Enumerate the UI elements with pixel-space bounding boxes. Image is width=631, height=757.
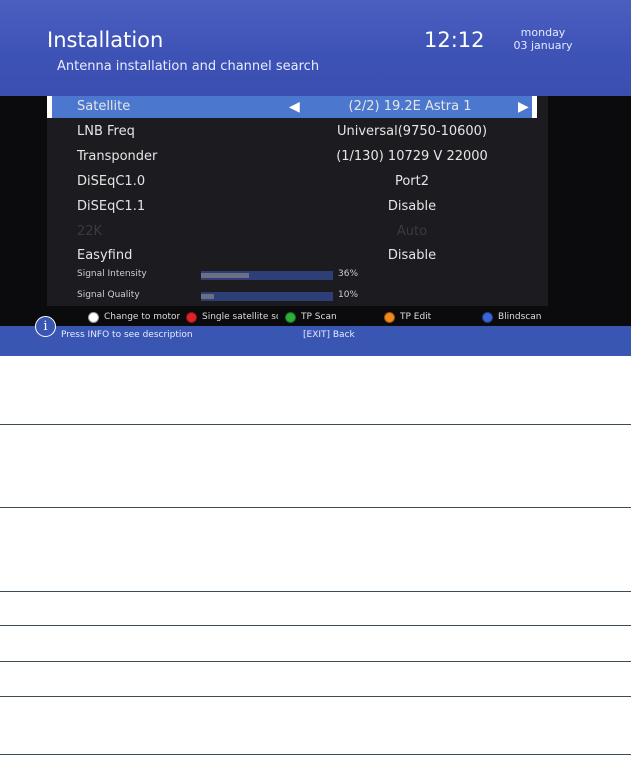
row-22k: 22K Auto [47,221,537,243]
meter-track [201,292,333,301]
right-arrow-icon[interactable]: ▶ [518,98,529,116]
divider-line [0,591,631,592]
blue-button-icon [482,311,493,323]
divider-line [0,625,631,626]
clock: 12:12 [424,28,485,52]
meter-fill [201,273,249,278]
row-lnb-freq[interactable]: LNB Freq Universal(9750-10600) [47,121,537,143]
meter-fill [201,294,215,299]
signal-intensity-meter: Signal Intensity 36% [47,266,537,286]
meter-label: Signal Intensity [77,269,147,279]
legend-blindscan[interactable]: Blindscan [482,309,541,325]
row-label: 22K [77,224,103,239]
orange-button-icon [384,311,395,323]
red-button-icon [186,311,197,323]
legend-tp-edit[interactable]: TP Edit [384,309,431,325]
meter-percent: 36% [338,269,359,279]
row-value: Universal(9750-10600) [336,124,488,139]
legend-change-to-motor[interactable]: Change to motor [88,309,180,325]
meter-percent: 10% [338,290,359,300]
row-label: DiSEqC1.1 [77,199,146,214]
tv-screen: Installation Antenna installation and ch… [0,0,631,356]
divider-line [0,424,631,425]
row-value: (1/130) 10729 V 22000 [336,149,488,164]
row-value: Disable [387,199,437,214]
date: 03 january [513,39,573,52]
row-value: (2/2) 19.2E Astra 1 [348,99,472,114]
row-label: DiSEqC1.0 [77,174,146,189]
green-button-icon [285,311,296,323]
row-easyfind[interactable]: Easyfind Disable [47,245,537,267]
row-diseqc10[interactable]: DiSEqC1.0 Port2 [47,171,537,193]
row-value: Disable [387,248,437,263]
white-button-icon [88,311,99,323]
row-label: LNB Freq [77,124,135,139]
page-subtitle: Antenna installation and channel search [57,59,320,74]
divider-line [0,661,631,662]
meter-label: Signal Quality [77,290,140,300]
divider-line [0,754,631,755]
row-diseqc11[interactable]: DiSEqC1.1 Disable [47,196,537,218]
row-label: Easyfind [77,248,133,263]
info-icon: i [35,316,56,337]
weekday: monday [520,26,566,39]
date-display: monday 03 january [504,26,582,52]
color-key-legend: Change to motor Single satellite scan TP… [0,309,631,325]
page-title: Installation [47,28,164,52]
exit-hint: [EXIT] Back [303,330,355,340]
row-value: Auto [396,224,428,239]
row-value: Port2 [394,174,430,189]
footer-bar: i Press INFO to see description [EXIT] B… [0,316,631,356]
signal-quality-meter: Signal Quality 10% [47,287,537,307]
row-transponder[interactable]: Transponder (1/130) 10729 V 22000 [47,146,537,168]
info-hint: Press INFO to see description [61,330,193,340]
legend-single-satellite-scan[interactable]: Single satellite scan [186,309,278,325]
row-label: Transponder [77,149,158,164]
legend-tp-scan[interactable]: TP Scan [285,309,337,325]
header-bar: Installation Antenna installation and ch… [0,0,631,96]
divider-line [0,696,631,697]
row-satellite[interactable]: Satellite ◀ (2/2) 19.2E Astra 1 ▶ [47,96,537,118]
meter-track [201,271,333,280]
row-label: Satellite [77,99,131,114]
divider-line [0,507,631,508]
